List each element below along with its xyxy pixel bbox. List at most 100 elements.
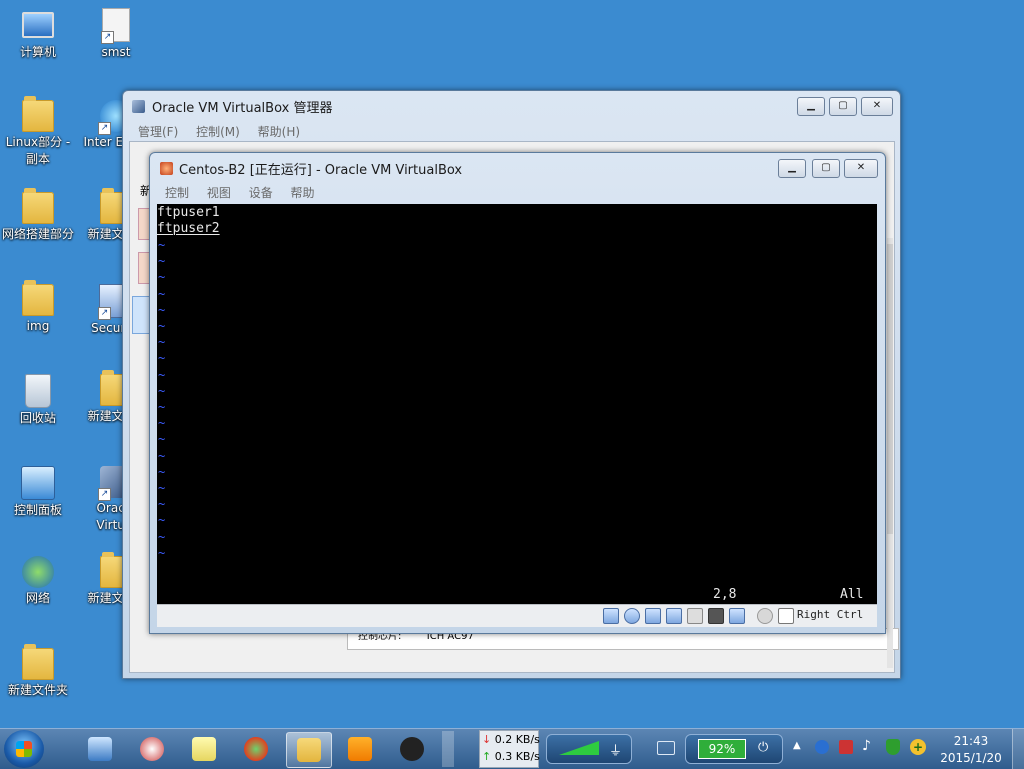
tray-plus-icon[interactable]: + [910, 739, 926, 755]
show-hidden-icons-icon[interactable]: ▲ [793, 740, 801, 751]
menu-manage[interactable]: 管理(F) [138, 125, 178, 139]
desktop-icon-network[interactable]: 网络 [0, 556, 76, 607]
clock-date: 2015/1/20 [940, 751, 1002, 765]
tilde-marker: ~ [158, 302, 166, 317]
battery-widget[interactable]: 92% ⏻ [685, 734, 783, 764]
menu-devices[interactable]: 设备 [249, 186, 273, 200]
window-title: Oracle VM VirtualBox 管理器 [152, 101, 333, 116]
vm-window[interactable]: Centos-B2 [正在运行] - Oracle VM VirtualBox … [149, 152, 886, 634]
security-shield-icon[interactable] [886, 739, 900, 755]
scrollbar[interactable] [887, 238, 893, 668]
shared-folder-icon[interactable] [687, 608, 703, 624]
desktop-icon-recycle-bin[interactable]: 回收站 [0, 374, 76, 427]
scroll-position: All [840, 587, 864, 602]
desktop-icon-label: Linux部分 - 副本 [5, 135, 71, 166]
desktop-icon-img[interactable]: img [0, 280, 76, 335]
scrollbar-thumb[interactable] [887, 244, 893, 534]
taskbar-remote-desktop[interactable] [78, 732, 122, 766]
maximize-button[interactable]: ▢ [829, 97, 857, 116]
power-plug-icon: ⏻ [758, 740, 769, 755]
cursor-position: 2,8 [713, 587, 737, 602]
control-panel-icon [21, 466, 55, 500]
close-button[interactable]: ✕ [861, 97, 893, 116]
taskbar-sticky-notes[interactable] [182, 732, 226, 766]
tray-icon-a[interactable] [815, 740, 829, 754]
desktop-icon-linux-copy[interactable]: Linux部分 - 副本 [0, 96, 76, 168]
tilde-marker: ~ [158, 254, 166, 269]
net-up-row: ↑ 0.3 KB/s [482, 750, 540, 763]
folder-icon [22, 96, 54, 132]
taskbar-virtualbox[interactable] [338, 732, 382, 766]
hard-disk-icon[interactable] [603, 608, 619, 624]
close-button[interactable]: ✕ [844, 159, 878, 178]
sticky-notes-icon [192, 737, 216, 761]
taskbar-app[interactable] [130, 732, 174, 766]
tilde-marker: ~ [158, 286, 166, 301]
folder-icon [22, 280, 54, 316]
tilde-marker: ~ [158, 416, 166, 431]
menu-control[interactable]: 控制(M) [196, 125, 240, 139]
tilde-marker: ~ [158, 448, 166, 463]
network-tray-icon[interactable] [839, 740, 853, 754]
keyboard-icon[interactable] [657, 741, 675, 755]
tilde-marker: ~ [158, 464, 166, 479]
desktop-icon-new-folder[interactable]: 新建文件夹 [0, 644, 76, 699]
menu-view[interactable]: 视图 [207, 186, 231, 200]
menu-control[interactable]: 控制 [165, 186, 189, 200]
signal-widget[interactable]: ⏚ [546, 734, 632, 764]
taskbar-browser[interactable] [234, 732, 278, 766]
app-icon [400, 737, 424, 761]
optical-drive-icon[interactable] [624, 608, 640, 624]
start-button[interactable] [4, 730, 44, 768]
app-icon [140, 737, 164, 761]
desktop-icon-smst[interactable]: smst [78, 8, 154, 61]
desktop-icon-label: 控制面板 [13, 503, 62, 517]
menu-help[interactable]: 帮助 [291, 186, 315, 200]
terminal-line: ftpuser1 [157, 205, 220, 220]
shortcut-icon [101, 8, 130, 44]
taskbar-app-2[interactable] [390, 732, 434, 766]
show-desktop-button[interactable] [1012, 729, 1024, 769]
windows-logo-icon [16, 741, 32, 757]
browser-icon [244, 737, 268, 761]
terminal-line-text: ftpuser2 [157, 221, 220, 236]
minimize-button[interactable]: ▁ [778, 159, 806, 178]
tilde-marker: ~ [158, 383, 166, 398]
host-key-label: Right Ctrl [797, 608, 864, 621]
signal-bars-icon [559, 741, 599, 755]
maximize-icon: ▢ [821, 162, 831, 173]
minimize-button[interactable]: ▁ [797, 97, 825, 116]
vm-display-terminal[interactable]: ftpuser1 ftpuser2 ~ ~ ~ ~ ~ ~ ~ ~ ~ ~ ~ ~ ~ ~ ~ ~ ~ ~ ~ ~ 2… [157, 204, 877, 604]
tilde-marker: ~ [158, 432, 166, 447]
tilde-marker: ~ [158, 351, 166, 366]
maximize-icon: ▢ [838, 100, 848, 111]
maximize-button[interactable]: ▢ [812, 159, 840, 178]
virtualbox-vm-icon [160, 162, 173, 175]
desktop-icon-control-panel[interactable]: 控制面板 [0, 466, 76, 519]
remote-desktop-icon [88, 737, 112, 761]
desktop-icon-label: img [26, 319, 50, 333]
taskbar: ↓ 0.2 KB/s ↑ 0.3 KB/s ⏚ 92% ⏻ ▲ ♪ + 21:4… [0, 728, 1024, 769]
guest-additions-icon[interactable] [729, 608, 745, 624]
tilde-marker: ~ [158, 481, 166, 495]
mouse-integration-icon[interactable] [757, 608, 773, 624]
menu-help[interactable]: 帮助(H) [258, 125, 300, 139]
toolbar-scroll[interactable] [442, 731, 454, 767]
volume-icon[interactable]: ♪ [862, 738, 871, 754]
video-capture-icon[interactable] [708, 608, 724, 624]
virtualbox-logo-icon [132, 100, 145, 113]
desktop-icon-network-setup[interactable]: 网络搭建部分 [0, 188, 76, 243]
desktop-icon-label: smst [101, 45, 131, 59]
minimize-icon: ▁ [807, 100, 815, 111]
tilde-marker: ~ [158, 400, 166, 414]
tilde-marker: ~ [158, 529, 166, 544]
taskbar-explorer[interactable] [286, 732, 332, 768]
desktop-icon-computer[interactable]: 计算机 [0, 8, 76, 61]
network-adapter-icon[interactable] [666, 608, 682, 624]
keyboard-capture-icon[interactable] [778, 608, 794, 624]
usb-icon[interactable] [645, 608, 661, 624]
vm-menu-bar: 控制 视图 设备 帮助 [165, 184, 329, 201]
clock[interactable]: 21:43 2015/1/20 [935, 732, 1007, 766]
vm-status-bar: Right Ctrl [157, 604, 877, 627]
tilde-marker: ~ [158, 545, 166, 560]
